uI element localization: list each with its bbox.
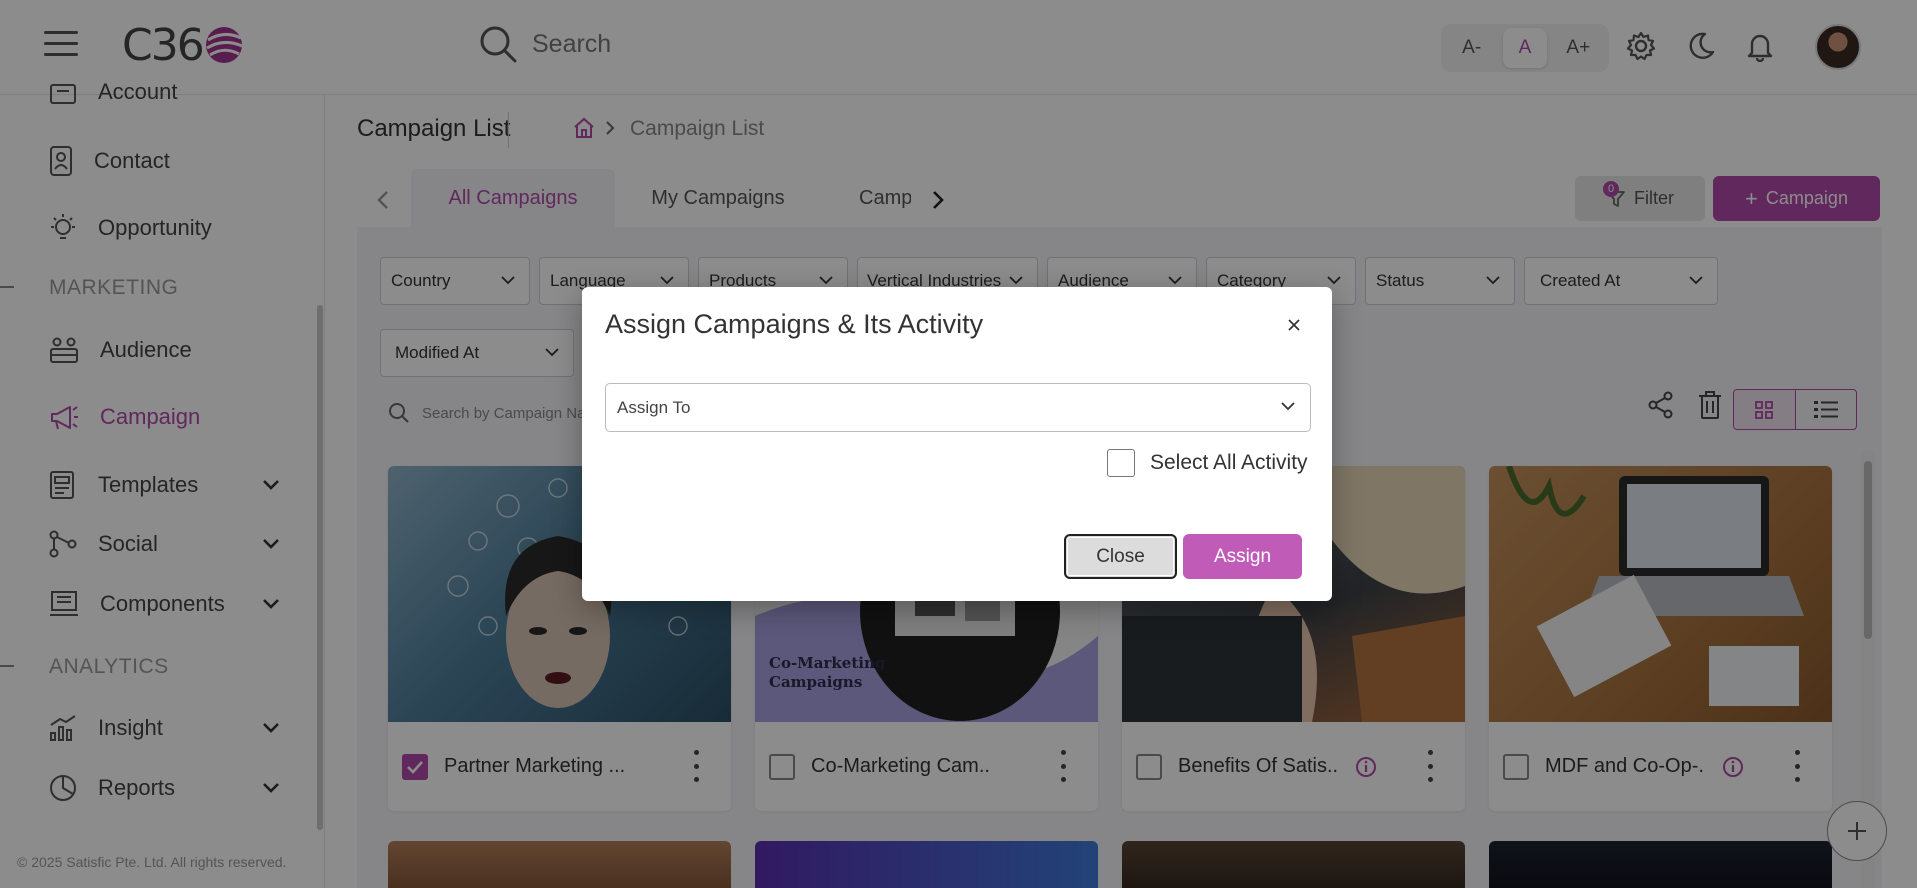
assign-campaigns-modal: Assign Campaigns & Its Activity Assign T… xyxy=(582,287,1332,601)
chevron-down-icon xyxy=(1281,402,1295,411)
close-button[interactable]: Close xyxy=(1064,534,1177,579)
assign-button[interactable]: Assign xyxy=(1183,534,1302,579)
close-icon[interactable] xyxy=(1286,317,1302,333)
select-all-activity[interactable]: Select All Activity xyxy=(1107,449,1308,477)
assign-to-select[interactable]: Assign To xyxy=(605,383,1311,432)
select-all-checkbox[interactable] xyxy=(1107,449,1135,477)
assign-to-placeholder: Assign To xyxy=(617,397,691,417)
modal-title: Assign Campaigns & Its Activity xyxy=(605,309,984,339)
select-all-label: Select All Activity xyxy=(1150,451,1308,474)
